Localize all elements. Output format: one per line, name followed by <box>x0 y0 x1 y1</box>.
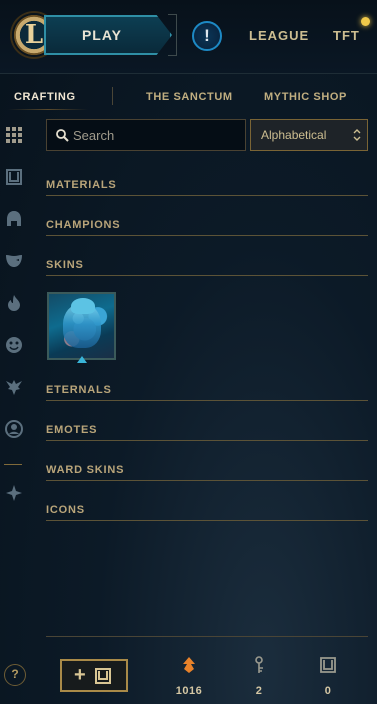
category-skins[interactable]: SKINS <box>46 256 368 276</box>
tft-icon[interactable] <box>4 483 24 503</box>
top-bar: L PLAY ! LEAGUE TFT <box>0 0 377 74</box>
search-box <box>46 119 246 151</box>
loot-tabs: CRAFTING THE SANCTUM MYTHIC SHOP <box>0 84 377 112</box>
tab-active-underline <box>8 109 88 110</box>
category-label: EMOTES <box>46 424 98 436</box>
category-emotes[interactable]: EMOTES <box>46 421 368 441</box>
tab-crafting[interactable]: CRAFTING <box>14 91 76 103</box>
category-label: SKINS <box>46 259 84 271</box>
skin-art-helm <box>71 298 95 314</box>
key-icon <box>255 656 263 673</box>
profile-icon[interactable] <box>4 419 24 439</box>
tab-the-sanctum[interactable]: THE SANCTUM <box>146 91 233 103</box>
sort-dropdown[interactable]: Alphabetical <box>250 119 368 151</box>
category-label: ICONS <box>46 504 85 516</box>
chest-count: 0 <box>324 685 332 697</box>
play-button-outline <box>168 14 177 56</box>
orange-essence-count: 1016 <box>175 685 203 697</box>
tab-mythic-shop[interactable]: MYTHIC SHOP <box>264 91 347 103</box>
category-champions[interactable]: CHAMPIONS <box>46 216 368 236</box>
category-label: WARD SKINS <box>46 464 125 476</box>
grid-icon[interactable] <box>4 125 24 145</box>
filter-sidebar <box>0 118 28 518</box>
chest-icon <box>320 657 336 673</box>
category-label: ETERNALS <box>46 384 112 396</box>
search-input[interactable] <box>73 120 243 150</box>
search-icon <box>56 129 69 142</box>
add-chest-button[interactable]: + <box>60 659 128 692</box>
mask-icon[interactable] <box>4 251 24 271</box>
notification-dot <box>361 17 370 26</box>
champion-helmet-icon[interactable] <box>4 209 24 229</box>
orange-essence-icon <box>183 657 195 673</box>
key-count: 2 <box>255 685 263 697</box>
chest-icon <box>95 668 111 684</box>
footer-divider <box>46 636 368 637</box>
skin-shard-tile[interactable] <box>47 292 116 360</box>
category-materials[interactable]: MATERIALS <box>46 176 368 196</box>
ward-flame-icon[interactable] <box>4 293 24 313</box>
category-icons[interactable]: ICONS <box>46 501 368 521</box>
chevron-updown-icon <box>353 129 361 141</box>
nav-league[interactable]: LEAGUE <box>249 28 309 43</box>
play-button-label: PLAY <box>81 27 123 43</box>
category-label: CHAMPIONS <box>46 219 121 231</box>
sort-selected-label: Alphabetical <box>261 128 327 142</box>
emote-face-icon[interactable] <box>4 335 24 355</box>
skin-rarity-marker <box>77 356 87 363</box>
category-eternals[interactable]: ETERNALS <box>46 381 368 401</box>
alert-icon[interactable]: ! <box>192 21 222 51</box>
tab-divider <box>112 87 113 105</box>
category-ward-skins[interactable]: WARD SKINS <box>46 461 368 481</box>
category-label: MATERIALS <box>46 179 117 191</box>
plus-icon: + <box>74 664 86 686</box>
play-button[interactable]: PLAY <box>44 15 172 55</box>
nav-tft[interactable]: TFT <box>333 28 360 43</box>
chest-icon[interactable] <box>4 167 24 187</box>
summoner-icon[interactable] <box>4 377 24 397</box>
sidebar-divider <box>4 464 22 465</box>
help-icon[interactable]: ? <box>4 664 26 686</box>
